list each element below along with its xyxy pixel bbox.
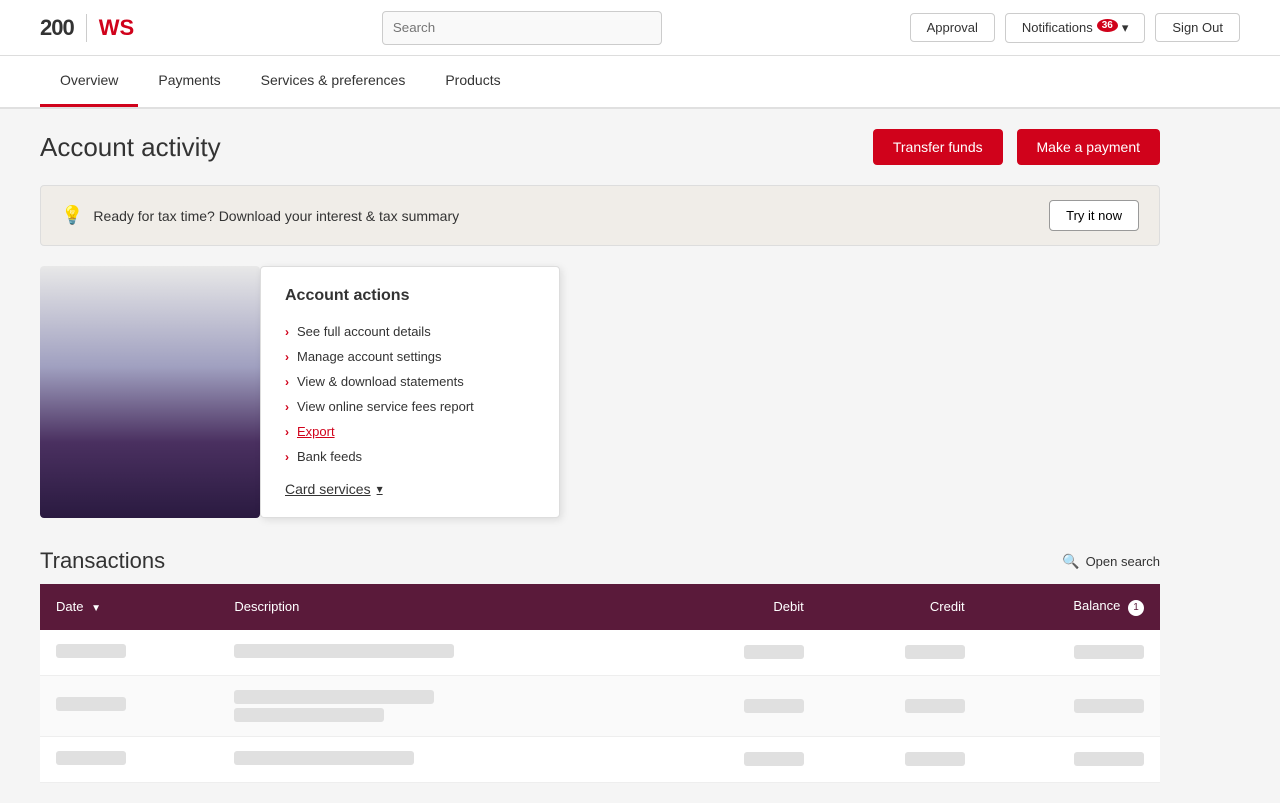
chevron-right-icon: › bbox=[285, 425, 289, 439]
table-header-row: Date ▼ Description Debit Credit Balance bbox=[40, 584, 1160, 630]
credit-cell bbox=[905, 752, 965, 766]
description-cell bbox=[234, 644, 454, 658]
nav-item-payments[interactable]: Payments bbox=[138, 56, 240, 107]
transactions-header: Transactions 🔍 Open search bbox=[40, 548, 1160, 574]
account-card bbox=[40, 266, 260, 518]
tax-banner-left: 💡 Ready for tax time? Download your inte… bbox=[61, 205, 459, 226]
approval-button[interactable]: Approval bbox=[910, 13, 995, 42]
chevron-right-icon: › bbox=[285, 325, 289, 339]
debit-cell bbox=[744, 699, 804, 713]
transfer-funds-button[interactable]: Transfer funds bbox=[873, 129, 1003, 165]
action-bank-feeds[interactable]: › Bank feeds bbox=[285, 444, 535, 469]
balance-cell bbox=[1074, 645, 1144, 659]
col-date[interactable]: Date ▼ bbox=[40, 584, 218, 630]
description-cell bbox=[234, 690, 643, 722]
col-credit[interactable]: Credit bbox=[820, 584, 981, 630]
transactions-table: Date ▼ Description Debit Credit Balance bbox=[40, 584, 1160, 783]
approval-label: Approval bbox=[927, 20, 978, 35]
header-actions: Approval Notifications 36 ▾ Sign Out bbox=[910, 13, 1240, 43]
chevron-right-icon: › bbox=[285, 400, 289, 414]
nav-item-products[interactable]: Products bbox=[425, 56, 520, 107]
page-title: Account activity bbox=[40, 132, 221, 163]
search-icon: 🔍 bbox=[1062, 553, 1079, 570]
main-nav: Overview Payments Services & preferences… bbox=[0, 56, 1280, 109]
account-actions-panel: Account actions › See full account detai… bbox=[260, 266, 560, 518]
date-cell bbox=[56, 697, 126, 711]
try-now-button[interactable]: Try it now bbox=[1049, 200, 1139, 231]
credit-cell bbox=[905, 645, 965, 659]
logo-ws: WS bbox=[99, 15, 134, 41]
col-description[interactable]: Description bbox=[218, 584, 659, 630]
notifications-badge: 36 bbox=[1097, 19, 1118, 32]
nav-item-overview[interactable]: Overview bbox=[40, 56, 138, 107]
search-input[interactable] bbox=[382, 11, 662, 45]
sort-down-icon: ▼ bbox=[91, 603, 101, 614]
transactions-section: Transactions 🔍 Open search Date ▼ Descri… bbox=[40, 548, 1160, 783]
action-statements-label: View & download statements bbox=[297, 374, 464, 389]
logo-200: 200 bbox=[40, 15, 74, 41]
chevron-right-icon: › bbox=[285, 450, 289, 464]
table-row bbox=[40, 675, 1160, 736]
description-cell bbox=[234, 751, 414, 765]
logo-divider bbox=[86, 14, 87, 42]
chevron-right-icon: › bbox=[285, 350, 289, 364]
card-services-button[interactable]: Card services ▾ bbox=[285, 481, 383, 497]
main-area: Account actions › See full account detai… bbox=[40, 266, 1160, 518]
table-row bbox=[40, 630, 1160, 676]
date-cell bbox=[56, 751, 126, 765]
open-search-button[interactable]: 🔍 Open search bbox=[1062, 553, 1160, 570]
signout-button[interactable]: Sign Out bbox=[1155, 13, 1240, 42]
action-see-full-details[interactable]: › See full account details bbox=[285, 319, 535, 344]
logo-area: 200 WS bbox=[40, 14, 134, 42]
credit-cell bbox=[905, 699, 965, 713]
debit-cell bbox=[744, 645, 804, 659]
chevron-right-icon: › bbox=[285, 375, 289, 389]
date-cell bbox=[56, 644, 126, 658]
action-manage-settings-label: Manage account settings bbox=[297, 349, 442, 364]
debit-cell bbox=[744, 752, 804, 766]
action-bank-feeds-label: Bank feeds bbox=[297, 449, 362, 464]
header: 200 WS Approval Notifications 36 ▾ Sign … bbox=[0, 0, 1280, 56]
open-search-label: Open search bbox=[1086, 554, 1160, 569]
transactions-title: Transactions bbox=[40, 548, 165, 574]
table-row bbox=[40, 736, 1160, 782]
card-services-label: Card services bbox=[285, 481, 371, 497]
signout-label: Sign Out bbox=[1172, 20, 1223, 35]
balance-cell bbox=[1074, 699, 1144, 713]
page-header: Account activity Transfer funds Make a p… bbox=[40, 129, 1160, 165]
balance-cell bbox=[1074, 752, 1144, 766]
lightbulb-icon: 💡 bbox=[61, 205, 83, 226]
action-download-statements[interactable]: › View & download statements bbox=[285, 369, 535, 394]
balance-info-badge[interactable]: 1 bbox=[1128, 600, 1144, 616]
make-payment-button[interactable]: Make a payment bbox=[1017, 129, 1161, 165]
notifications-label: Notifications bbox=[1022, 20, 1093, 35]
action-export[interactable]: › Export bbox=[285, 419, 535, 444]
chevron-down-icon: ▾ bbox=[1122, 20, 1129, 36]
tax-banner-message: Ready for tax time? Download your intere… bbox=[93, 208, 459, 224]
action-export-label: Export bbox=[297, 424, 335, 439]
account-actions-title: Account actions bbox=[285, 287, 535, 305]
action-fees-label: View online service fees report bbox=[297, 399, 474, 414]
action-buttons: Transfer funds Make a payment bbox=[863, 129, 1160, 165]
col-debit[interactable]: Debit bbox=[659, 584, 820, 630]
action-full-details-label: See full account details bbox=[297, 324, 431, 339]
chevron-down-icon: ▾ bbox=[377, 482, 383, 496]
action-fees-report[interactable]: › View online service fees report bbox=[285, 394, 535, 419]
nav-item-services[interactable]: Services & preferences bbox=[241, 56, 426, 107]
notifications-button[interactable]: Notifications 36 ▾ bbox=[1005, 13, 1145, 43]
page-content: Account activity Transfer funds Make a p… bbox=[0, 109, 1200, 803]
col-balance[interactable]: Balance 1 bbox=[981, 584, 1160, 630]
action-manage-settings[interactable]: › Manage account settings bbox=[285, 344, 535, 369]
tax-banner: 💡 Ready for tax time? Download your inte… bbox=[40, 185, 1160, 246]
